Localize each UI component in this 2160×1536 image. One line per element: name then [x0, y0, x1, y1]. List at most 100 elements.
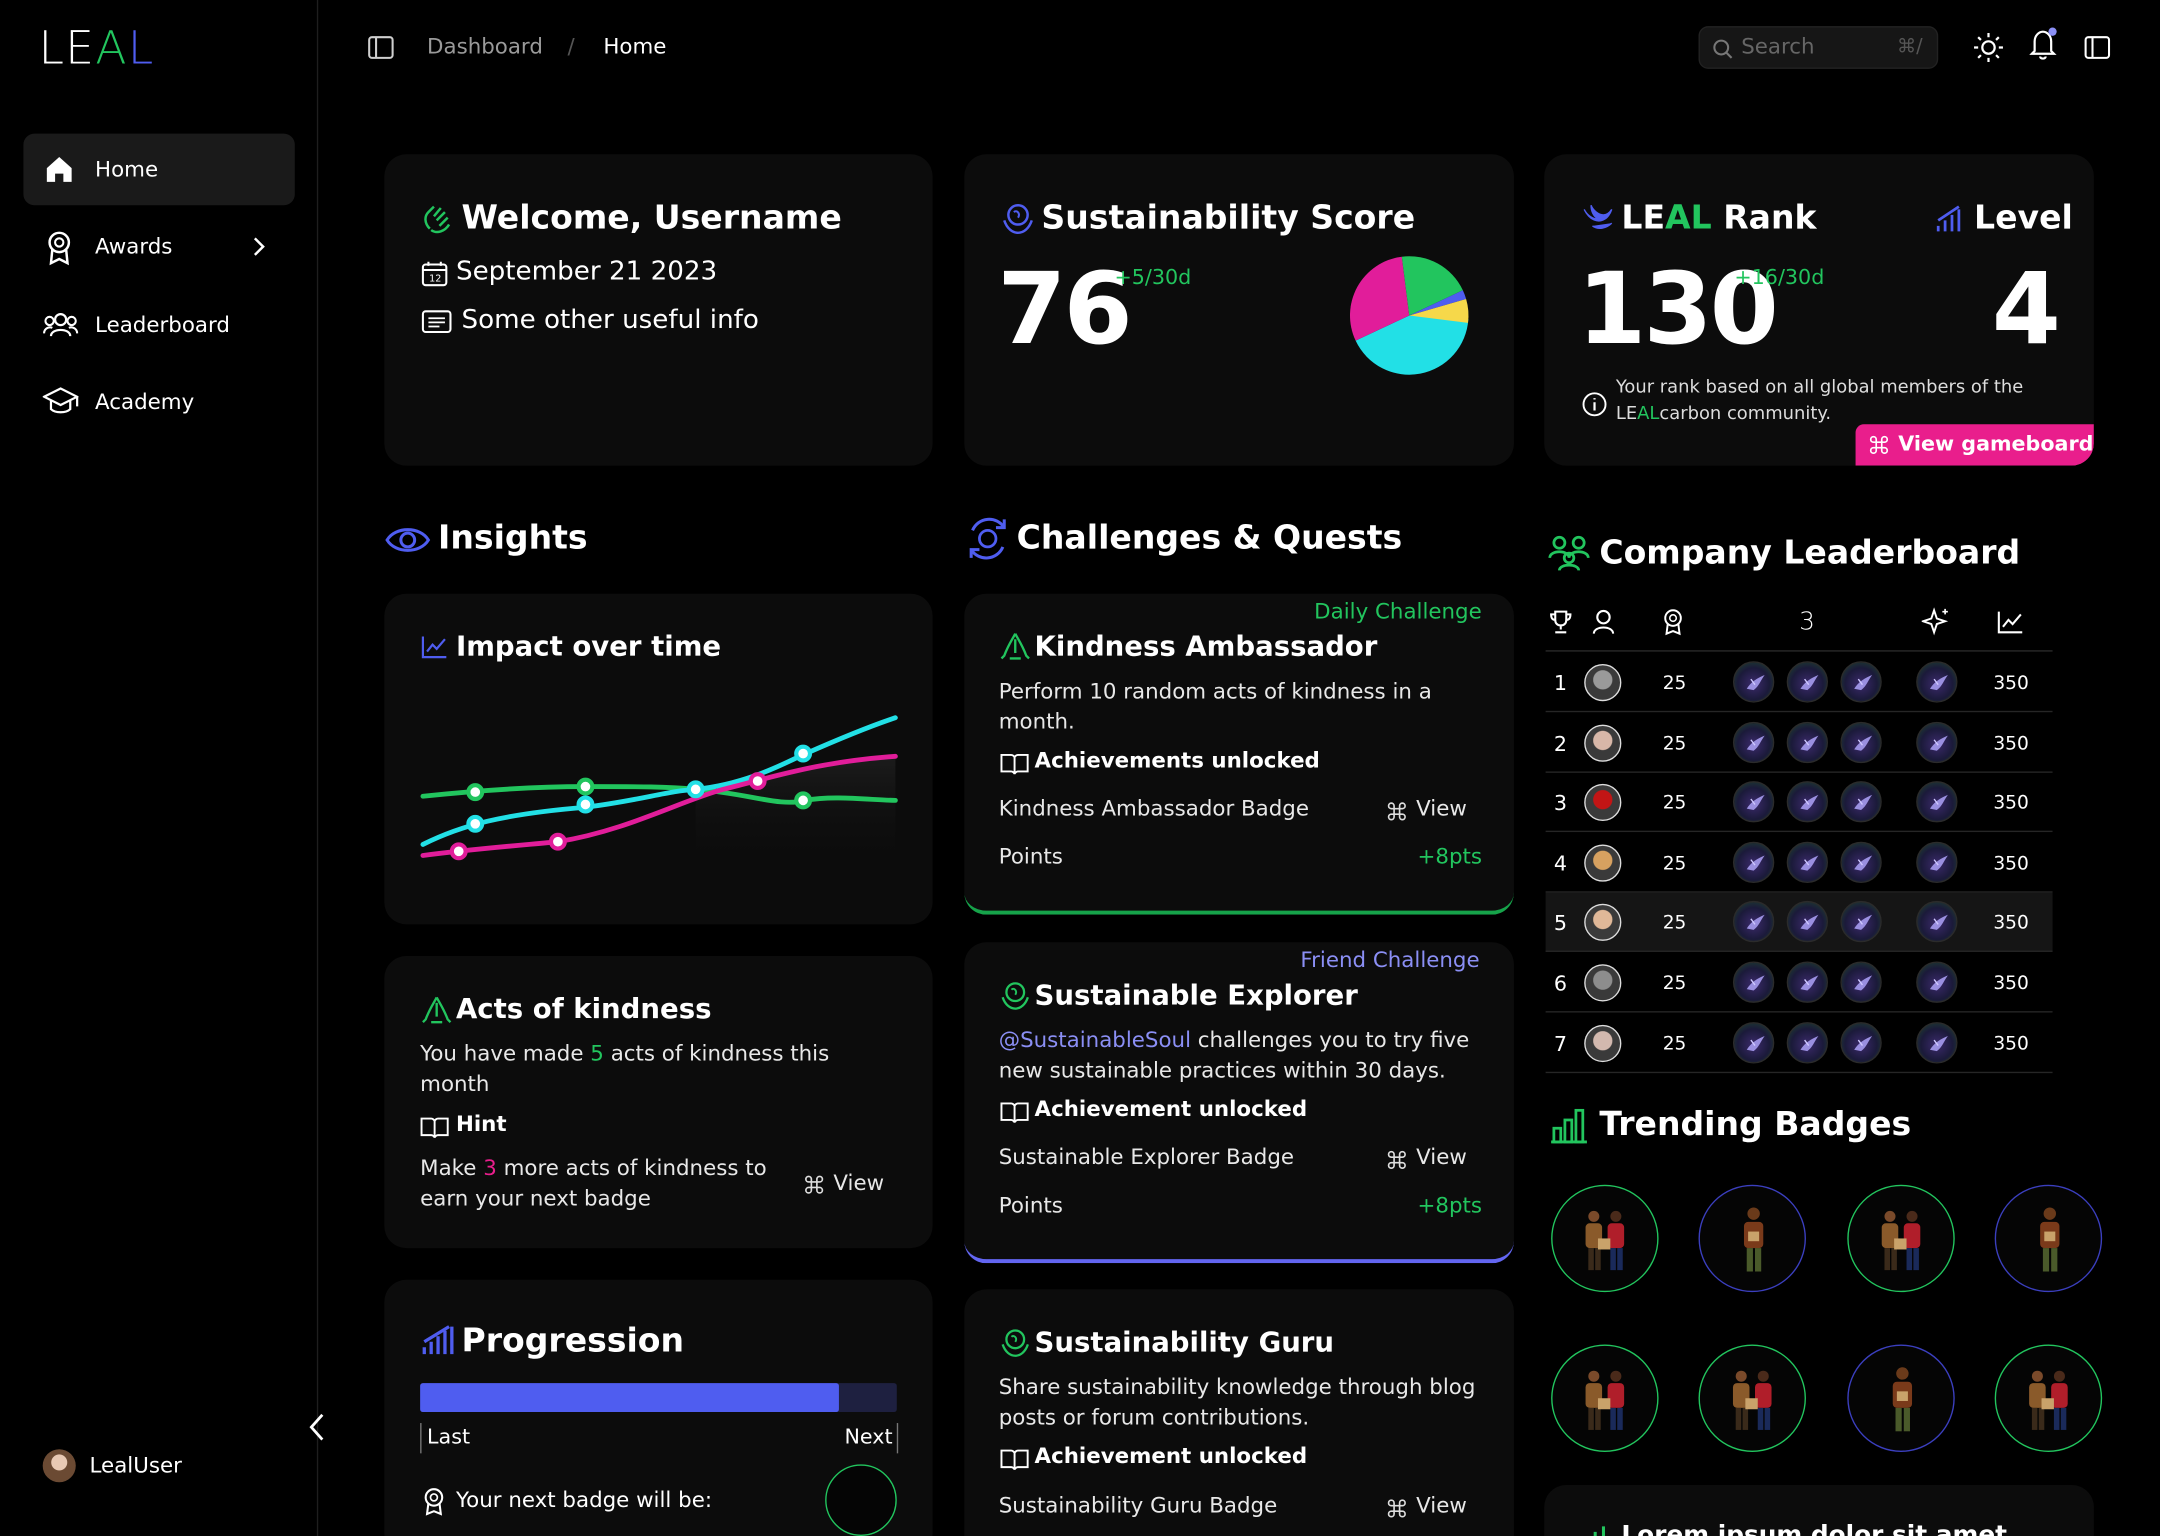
badge-thumbnail[interactable]	[1840, 841, 1882, 883]
sidebar-item-academy[interactable]: Academy	[23, 366, 294, 438]
badge-thumbnail[interactable]	[1840, 661, 1882, 703]
badge-thumbnail[interactable]	[1732, 721, 1775, 763]
bird-badge-icon	[1854, 915, 1873, 931]
badge-thumbnail[interactable]	[1840, 961, 1882, 1003]
badge-thumbnail[interactable]	[1916, 1021, 1958, 1063]
mention-link[interactable]: @SustainableSoul	[999, 1028, 1191, 1053]
trending-badge[interactable]	[1551, 1184, 1659, 1293]
bird-badge-icon	[1746, 795, 1765, 811]
trending-badge[interactable]	[1698, 1184, 1806, 1293]
badge-view-button[interactable]: View	[1387, 796, 1483, 826]
badge-thumbnail[interactable]	[1840, 721, 1882, 763]
badge-view-button[interactable]: View	[1387, 1145, 1483, 1175]
table-row[interactable]: 5 25 350	[1545, 893, 2053, 953]
bird-icon	[1583, 204, 1613, 230]
badge-thumbnail[interactable]	[1916, 901, 1958, 943]
badge-view-button[interactable]: View	[1387, 1493, 1483, 1523]
sustainability-score-card: Sustainability Score 76 +5/30d	[964, 154, 1514, 466]
badge-thumbnail[interactable]	[1732, 961, 1775, 1003]
badge-thumbnail[interactable]	[1840, 901, 1882, 943]
sun-icon[interactable]	[1973, 32, 2005, 64]
view-label: View	[1416, 1493, 1467, 1519]
breadcrumb-root[interactable]: Dashboard	[427, 34, 543, 59]
footer-card: Lorem ipsum dolor sit amet	[1544, 1485, 2094, 1536]
badge-thumbnail[interactable]	[1840, 781, 1882, 823]
table-row[interactable]: 3 25 350	[1545, 773, 2053, 833]
badge-thumbnail[interactable]	[1916, 961, 1958, 1003]
badge-thumbnail[interactable]	[1732, 781, 1775, 823]
avatar[interactable]	[1584, 784, 1622, 822]
avatar[interactable]	[42, 1449, 76, 1483]
info-list-icon	[421, 310, 452, 334]
badge-thumbnail[interactable]	[1916, 841, 1958, 883]
badge-thumbnail[interactable]	[1732, 901, 1775, 943]
collapse-sidebar-icon[interactable]	[307, 1412, 326, 1442]
series-point	[576, 795, 595, 814]
series-point	[794, 744, 813, 763]
search-input[interactable]: Search ⌘/	[1698, 26, 1939, 69]
view-gameboard-button[interactable]: View gameboard	[1855, 424, 2094, 466]
badge-thumbnail[interactable]	[1916, 721, 1958, 763]
score-value: 76	[997, 250, 1132, 367]
sidebar-item-home[interactable]: Home	[23, 133, 295, 206]
avatar[interactable]	[1584, 844, 1622, 882]
bell-icon[interactable]	[2029, 26, 2059, 62]
table-row[interactable]: 4 25 350	[1545, 833, 2053, 893]
bird-badge-icon	[1854, 675, 1873, 691]
bird-badge-icon	[1800, 675, 1819, 691]
bird-badge-icon	[1800, 855, 1819, 871]
avatar[interactable]	[1584, 663, 1622, 702]
praying-hands-icon	[1000, 633, 1030, 660]
trending-badge[interactable]	[1847, 1344, 1955, 1452]
challenge-tag: Daily Challenge	[1314, 599, 1482, 625]
avatar[interactable]	[1584, 904, 1622, 942]
trending-badge[interactable]	[1847, 1184, 1955, 1293]
table-row[interactable]: 1 25 350	[1545, 653, 2053, 713]
trending-badge[interactable]	[1551, 1344, 1659, 1452]
table-row[interactable]: 6 25 350	[1545, 953, 2053, 1013]
table-row[interactable]: 2 25 350	[1545, 713, 2053, 773]
sidebar-item-awards[interactable]: Awards	[23, 211, 294, 283]
avatar[interactable]	[1584, 724, 1622, 762]
kindness-view-button[interactable]: View	[804, 1170, 900, 1200]
badge-thumbnail[interactable]	[1732, 661, 1775, 703]
badge-thumbnail[interactable]	[1916, 661, 1958, 703]
user-name[interactable]: LealUser	[90, 1453, 182, 1478]
bird-badge-icon	[1854, 855, 1873, 871]
row-awards: 25	[1662, 1032, 1687, 1055]
badge-thumbnail[interactable]	[1732, 841, 1775, 883]
badge-thumbnail[interactable]	[1840, 1021, 1882, 1063]
challenge-title: Kindness Ambassador	[1034, 629, 1378, 663]
challenge-card-guru[interactable]: Sustainability Guru Share sustainability…	[964, 1289, 1514, 1536]
row-points: 350	[1993, 972, 2029, 995]
badge-thumbnail[interactable]	[1786, 961, 1829, 1003]
trending-badge[interactable]	[1994, 1184, 2103, 1293]
series-point	[548, 832, 567, 851]
leaderboard-header-divider	[1545, 650, 2053, 652]
panel-right-icon[interactable]	[2084, 36, 2111, 59]
badge-thumbnail[interactable]	[1732, 1021, 1775, 1063]
graduation-cap-icon	[42, 387, 79, 414]
bird-badge-icon	[1854, 1035, 1873, 1051]
sidebar-item-leaderboard[interactable]: Leaderboard	[23, 289, 294, 361]
progress-bars-icon	[422, 1325, 454, 1355]
table-row[interactable]: 7 25 350	[1545, 1013, 2053, 1073]
trending-badge[interactable]	[1994, 1344, 2103, 1452]
trending-badge[interactable]	[1698, 1344, 1806, 1452]
badge-thumbnail[interactable]	[1786, 721, 1829, 763]
logo[interactable]: LEAL	[39, 21, 155, 75]
badge-thumbnail[interactable]	[1786, 1021, 1829, 1063]
panel-left-icon[interactable]	[368, 36, 394, 59]
badge-thumbnail[interactable]	[1786, 841, 1829, 883]
avatar[interactable]	[1584, 964, 1622, 1002]
row-awards: 25	[1662, 972, 1687, 995]
breadcrumb-separator: /	[567, 34, 575, 60]
badge-thumbnail[interactable]	[1786, 661, 1829, 703]
bird-badge-icon	[1800, 795, 1819, 811]
avatar[interactable]	[1584, 1024, 1622, 1062]
badge-thumbnail[interactable]	[1786, 781, 1829, 823]
challenge-card-kindness[interactable]: Daily Challenge Kindness Ambassador Perf…	[964, 593, 1514, 915]
badge-thumbnail[interactable]	[1786, 901, 1829, 943]
badge-thumbnail[interactable]	[1916, 781, 1958, 823]
challenge-card-explorer[interactable]: Friend Challenge Sustainable Explorer @S…	[964, 942, 1514, 1264]
